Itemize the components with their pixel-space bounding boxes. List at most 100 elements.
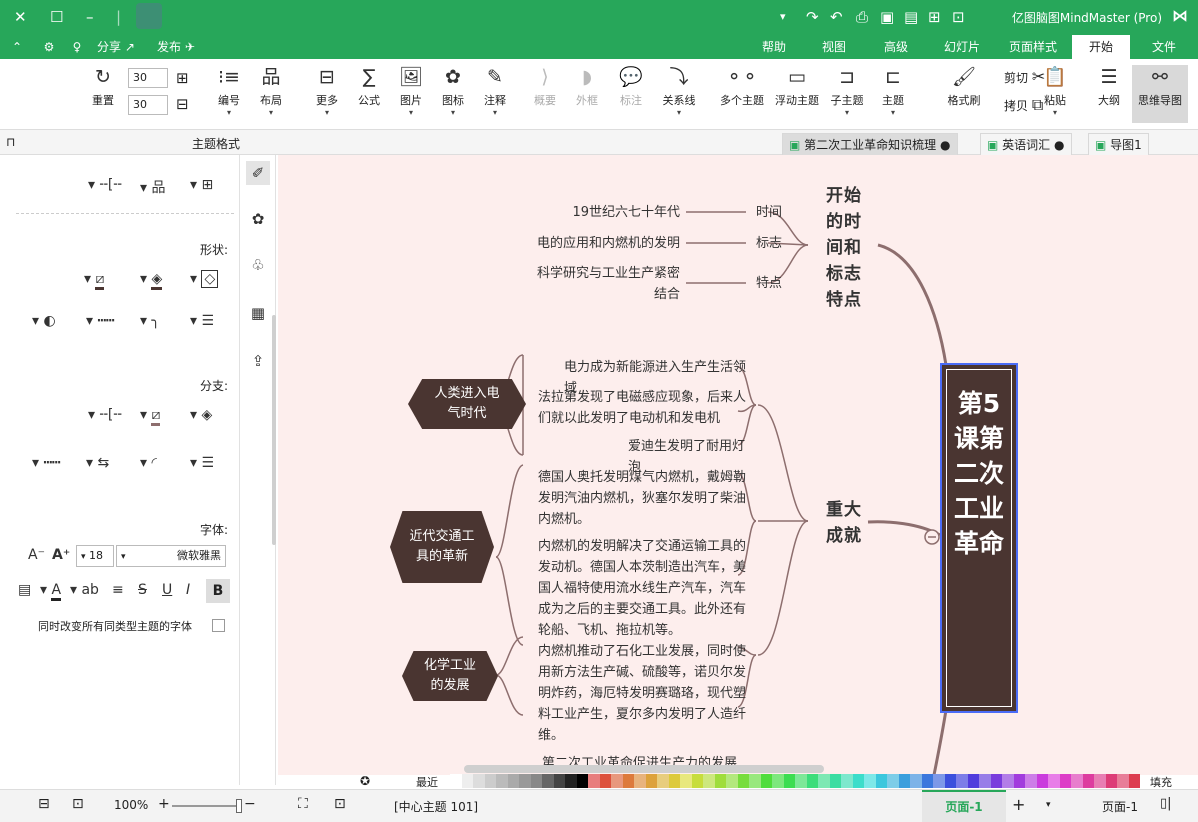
subtopic-mark-label[interactable]: 标志 — [756, 233, 782, 254]
color-swatch[interactable] — [519, 774, 531, 788]
color-swatch[interactable] — [542, 774, 554, 788]
central-topic[interactable]: 第5课第二次工业革命 — [940, 363, 1018, 713]
image-button[interactable]: 🖼 图片 ▾ — [388, 65, 434, 123]
shape-dropdown[interactable]: ▾ ◇ — [190, 270, 219, 288]
font-size-select[interactable]: ▾ 18 — [76, 545, 114, 567]
outline-button[interactable]: ☰ 大纲 — [1086, 65, 1132, 123]
tab-advanced[interactable]: 高级 — [870, 35, 922, 59]
color-swatch[interactable] — [450, 774, 462, 788]
color-swatch[interactable] — [818, 774, 830, 788]
color-swatch[interactable] — [691, 774, 703, 788]
export-icon[interactable]: ⊡ — [952, 7, 965, 27]
user-avatar[interactable] — [136, 3, 162, 29]
color-swatch[interactable] — [795, 774, 807, 788]
main-topic-start[interactable]: 开始的时间和标志特点 — [824, 183, 864, 313]
color-swatch[interactable] — [714, 774, 726, 788]
color-swatch[interactable] — [910, 774, 922, 788]
color-swatch[interactable] — [565, 774, 577, 788]
color-swatch[interactable] — [772, 774, 784, 788]
formula-button[interactable]: ∑ 公式 — [346, 65, 392, 123]
color-swatch[interactable] — [634, 774, 646, 788]
detail-electric-2[interactable]: 法拉第发现了电磁感应现象，后来人们就以此发明了电动机和发电机 — [538, 387, 746, 429]
color-swatch[interactable] — [1128, 774, 1140, 788]
color-swatch[interactable] — [1082, 774, 1094, 788]
color-swatch[interactable] — [680, 774, 692, 788]
color-swatch[interactable] — [668, 774, 680, 788]
zoom-out-icon[interactable]: + — [158, 796, 170, 812]
more-button[interactable]: ⊟ 更多 ▾ — [304, 65, 350, 123]
panel-pin-icon[interactable]: ⊓ — [6, 135, 15, 149]
color-swatch[interactable] — [657, 774, 669, 788]
color-swatch[interactable] — [496, 774, 508, 788]
strikethrough-button[interactable]: S — [138, 582, 147, 598]
corner-dropdown[interactable]: ▾ ╮ — [140, 313, 160, 329]
color-swatch[interactable] — [875, 774, 887, 788]
time-detail[interactable]: 19世纪六七十年代 — [568, 202, 680, 223]
callout-button[interactable]: 💬 标注 — [608, 65, 654, 123]
panel-scrollbar[interactable] — [272, 315, 276, 545]
color-swatch[interactable] — [979, 774, 991, 788]
add-page-icon[interactable]: + — [1012, 795, 1025, 814]
color-swatch[interactable] — [806, 774, 818, 788]
color-swatch[interactable] — [553, 774, 565, 788]
color-swatch[interactable] — [1094, 774, 1106, 788]
color-swatch[interactable] — [841, 774, 853, 788]
branch-arrow-dropdown[interactable]: ▾ ⇆ — [86, 455, 109, 471]
subtopic-button[interactable]: ⊐ 子主题 ▾ — [824, 65, 870, 123]
branch-style-dropdown[interactable]: ▾ ╌[╌ — [88, 407, 122, 423]
subtopic-transport[interactable]: 近代交通工具的革新 — [390, 511, 494, 583]
font-color-dropdown[interactable]: ▾ A — [40, 582, 62, 601]
vertical-spacing-input[interactable]: 30 — [128, 95, 168, 115]
color-swatch[interactable] — [576, 774, 588, 788]
color-swatch[interactable] — [473, 774, 485, 788]
palette-settings-icon[interactable]: ✪ — [360, 774, 370, 788]
apply-all-checkbox[interactable] — [212, 619, 225, 632]
detail-chemical-1[interactable]: 内燃机推动了石化工业发展，同时使用新方法生产碱、硫酸等，诺贝尔发明炸药，海厄特发… — [538, 641, 746, 746]
unsaved-dot-icon[interactable]: ● — [1054, 138, 1064, 152]
bold-button[interactable]: B — [206, 579, 230, 603]
quick-access-dropdown-icon[interactable]: ▾ — [780, 7, 786, 27]
close-icon[interactable]: ✕ — [14, 7, 27, 27]
fit-page-icon[interactable]: ⊡ — [334, 796, 346, 812]
feature-detail[interactable]: 科学研究与工业生产紧密结合 — [536, 263, 680, 305]
tab-view[interactable]: 视图 — [808, 35, 860, 59]
subtopic-feature-label[interactable]: 特点 — [756, 273, 782, 294]
color-swatch[interactable] — [933, 774, 945, 788]
subtopic-chemical[interactable]: 化学工业的发展 — [402, 651, 498, 701]
shadow-dropdown[interactable]: ▾ ◐ — [32, 313, 56, 329]
color-swatch[interactable] — [611, 774, 623, 788]
doc-tab-2[interactable]: ▣ 英语词汇 ● — [980, 133, 1072, 155]
color-swatch[interactable] — [1025, 774, 1037, 788]
page-list-dropdown[interactable]: ▾ — [1046, 800, 1051, 810]
undo-icon[interactable]: ↶ — [830, 7, 843, 27]
format-painter-button[interactable]: 🖌 格式刷 — [936, 65, 992, 123]
upload-icon[interactable]: ⇪ — [246, 349, 270, 373]
relationship-button[interactable]: ⤵ 关系线 ▾ — [656, 65, 702, 123]
color-swatch[interactable] — [1002, 774, 1014, 788]
color-swatch[interactable] — [1105, 774, 1117, 788]
topic-format-icon[interactable]: ✐ — [246, 161, 270, 185]
branch-curve-dropdown[interactable]: ▾ ◜ — [140, 455, 157, 471]
settings-icon[interactable]: ⚙ — [38, 35, 60, 59]
mindmap-view-button[interactable]: ⚯ 思维导图 — [1132, 65, 1188, 123]
active-page-tab[interactable]: 页面-1 — [922, 790, 1006, 822]
color-swatch[interactable] — [1071, 774, 1083, 788]
font-shrink-icon[interactable]: A⁻ — [28, 547, 45, 563]
panel-toggle-icon[interactable]: ▯| — [1160, 796, 1172, 811]
presentation-icon[interactable]: ⊟ — [38, 796, 50, 812]
copy-button[interactable]: 拷贝 ⧉ — [1004, 95, 1043, 115]
detail-transport-1[interactable]: 德国人奥托发明煤气内燃机，戴姆勒发明汽油内燃机，狄塞尔发明了柴油内燃机。 — [538, 467, 746, 530]
color-swatch[interactable] — [1036, 774, 1048, 788]
color-swatch[interactable] — [956, 774, 968, 788]
reset-button[interactable]: ↻ 重置 — [80, 65, 126, 123]
save-icon[interactable]: ▣ — [880, 7, 894, 27]
tab-home[interactable]: 开始 — [1072, 35, 1130, 59]
doc-tab-1[interactable]: ▣ 导图1 — [1088, 133, 1149, 155]
color-swatch[interactable] — [622, 774, 634, 788]
color-swatch[interactable] — [726, 774, 738, 788]
color-swatch[interactable] — [852, 774, 864, 788]
summary-button[interactable]: ⟩ 概要 — [522, 65, 568, 123]
mindmap-canvas[interactable]: 开始的时间和标志特点 时间 标志 特点 19世纪六七十年代 电的应用和内燃机的发… — [278, 155, 1198, 775]
note-button[interactable]: ✎ 注释 ▾ — [472, 65, 518, 123]
color-swatch[interactable] — [864, 774, 876, 788]
